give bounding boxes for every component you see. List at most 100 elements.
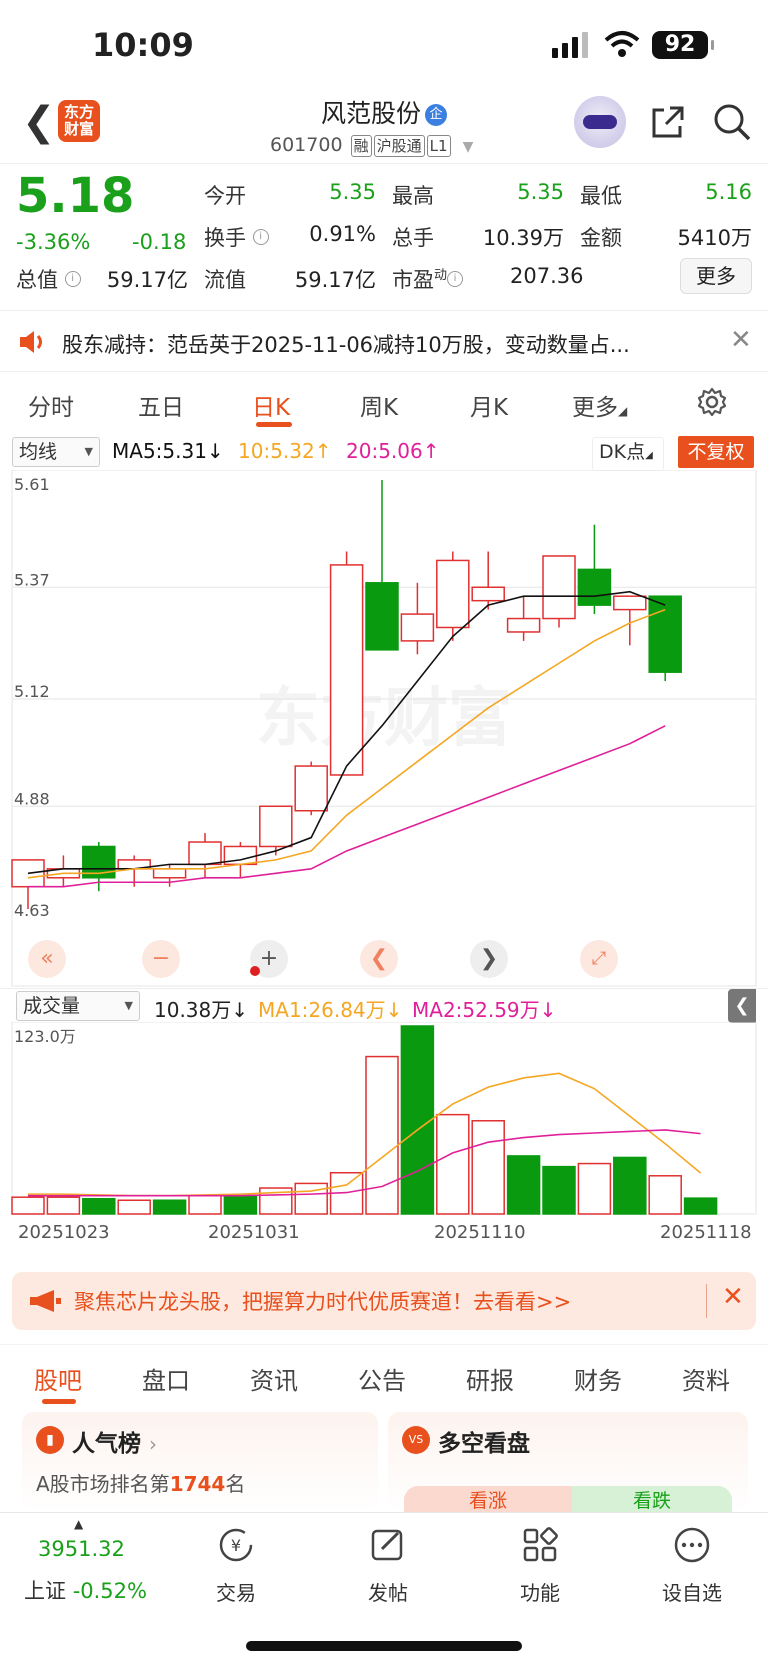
nav-functions[interactable]: 功能: [516, 1577, 564, 1606]
info-icon[interactable]: i: [64, 271, 81, 287]
candle-up: [436, 559, 470, 629]
tab-announcements[interactable]: 公告: [358, 1361, 406, 1396]
index-line[interactable]: 上证 -0.52%: [24, 1575, 147, 1605]
stock-header: ❮ 东方财富 风范股份企 601700 融沪股通 L1 ▼: [0, 90, 768, 164]
last-price: 5.18: [16, 168, 135, 224]
gear-icon[interactable]: [696, 386, 728, 418]
enterprise-badge: 企: [425, 104, 447, 126]
nav-trade[interactable]: 交易: [212, 1577, 260, 1606]
popularity-card[interactable]: ▮ 人气榜 › A股市场排名第1744名: [22, 1412, 378, 1512]
next-icon[interactable]: ❯: [470, 940, 508, 978]
share-icon[interactable]: [650, 104, 686, 140]
label-volume: 总手: [392, 226, 434, 250]
volume-bar: [82, 1197, 116, 1215]
nav-post[interactable]: 发帖: [364, 1577, 412, 1606]
speaker-icon: [20, 331, 42, 353]
signal-icon: [552, 32, 588, 58]
expand-icon[interactable]: ⤢: [580, 940, 618, 978]
volume-y-tick: 123.0万: [14, 1027, 76, 1046]
clock: 10:09: [92, 26, 194, 64]
label-high: 最高: [392, 184, 434, 208]
x-tick-label: 20251118: [660, 1222, 752, 1243]
tab-more[interactable]: 更多◢: [572, 388, 627, 422]
search-icon[interactable]: [712, 102, 752, 142]
promo-banner[interactable]: 聚焦芯片龙头股，把握算力时代优质赛道！去看看>> ✕: [12, 1272, 756, 1330]
tab-monthly-k[interactable]: 月K: [470, 388, 508, 422]
indicator-select[interactable]: 均线 ▼: [12, 437, 100, 467]
rewind-icon[interactable]: «: [28, 940, 66, 978]
tab-news[interactable]: 资讯: [250, 1361, 298, 1396]
candle-down: [577, 568, 612, 606]
label-mktcap: 总值 i: [16, 264, 81, 294]
period-tabs: 分时 五日 日K 周K 月K 更多◢: [0, 378, 768, 432]
content-tabs: 股吧 盘口 资讯 公告 研报 财务 资料: [0, 1344, 768, 1404]
value-mktcap: 59.17亿: [106, 268, 188, 292]
value-high: 5.35: [517, 180, 564, 204]
volume-legend: 成交量 ▼ 10.38万↓ MA1:26.84万↓ MA2:52.59万↓ ❮: [0, 988, 768, 1024]
popularity-rank: A股市场排名第1744名: [36, 1472, 246, 1496]
more-icon[interactable]: [672, 1525, 712, 1565]
candle-down: [365, 582, 399, 651]
svg-text:¥: ¥: [231, 1536, 241, 1555]
volume-bar: [152, 1199, 187, 1215]
tab-intraday[interactable]: 分时: [28, 388, 74, 422]
dropdown-icon: ▼: [462, 139, 474, 155]
value-volume: 10.39万: [482, 226, 564, 250]
tab-orderbook[interactable]: 盘口: [142, 1361, 190, 1396]
collapse-icon[interactable]: ❮: [728, 989, 756, 1023]
edit-icon[interactable]: [368, 1525, 408, 1565]
assistant-avatar-icon[interactable]: [574, 96, 626, 148]
label-open: 今开: [204, 184, 246, 208]
candle-up: [506, 617, 541, 633]
volume-bar: [223, 1194, 258, 1215]
shareholder-notice[interactable]: 股东减持：范岳英于2025-11-06减持10万股，变动数量占... ✕: [0, 310, 768, 372]
versus-icon: VS: [402, 1426, 430, 1454]
close-icon[interactable]: ✕: [730, 325, 752, 355]
candle-up: [259, 805, 293, 848]
value-pe: 207.36: [510, 264, 584, 288]
dk-point-button[interactable]: DK点◢: [592, 437, 664, 471]
trade-icon[interactable]: ¥: [216, 1525, 256, 1565]
stock-code-line[interactable]: 601700 融沪股通 L1 ▼: [270, 134, 473, 157]
change-percent: -3.36%: [16, 230, 91, 254]
tab-daily-k[interactable]: 日K: [252, 388, 290, 422]
volume-bar: [436, 1113, 470, 1215]
notification-dot: [250, 966, 260, 976]
grid-icon[interactable]: [520, 1525, 560, 1565]
close-icon[interactable]: ✕: [722, 1282, 744, 1312]
tab-forum[interactable]: 股吧: [34, 1361, 82, 1396]
tab-weekly-k[interactable]: 周K: [360, 388, 398, 422]
volume-ma2: MA2:52.59万↓: [412, 998, 557, 1022]
megaphone-icon: [30, 1290, 61, 1312]
zoom-out-icon[interactable]: −: [142, 940, 180, 978]
status-bar: 10:09 92: [0, 0, 768, 90]
x-tick-label: 20251110: [434, 1222, 526, 1243]
y-tick-label: 5.37: [14, 570, 50, 589]
volume-bar: [46, 1196, 81, 1215]
candle-down: [648, 595, 682, 673]
more-button[interactable]: 更多: [680, 258, 752, 294]
volume-select[interactable]: 成交量 ▼: [16, 991, 140, 1021]
label-low: 最低: [580, 184, 622, 208]
volume-bar: [400, 1025, 435, 1215]
info-icon[interactable]: i: [252, 229, 269, 245]
tab-profile[interactable]: 资料: [682, 1361, 730, 1396]
tab-financials[interactable]: 财务: [574, 1361, 622, 1396]
nav-add-watchlist[interactable]: 设自选: [656, 1577, 728, 1606]
tab-research[interactable]: 研报: [466, 1361, 514, 1396]
info-icon[interactable]: i: [447, 271, 464, 287]
battery-indicator: 92: [652, 31, 714, 59]
promo-text: 聚焦芯片龙头股，把握算力时代优质赛道！去看看>>: [74, 1290, 572, 1314]
y-tick-label: 5.12: [14, 682, 50, 701]
kline-chart[interactable]: 东方财富 5.61 5.37 5.12 4.88 4.63 « − + ❮ ❯ ⤢: [0, 469, 768, 990]
candle-up: [613, 595, 647, 611]
volume-bar: [471, 1120, 505, 1215]
wifi-icon: [604, 31, 640, 57]
prev-icon[interactable]: ❮: [360, 940, 398, 978]
no-adjust-button[interactable]: 不复权: [678, 436, 754, 468]
volume-chart[interactable]: 123.0万 20251023 20251031 20251110 20251118: [0, 1021, 768, 1252]
tab-five-day[interactable]: 五日: [138, 388, 184, 422]
x-tick-label: 20251031: [208, 1222, 300, 1243]
bull-bear-card[interactable]: VS 多空看盘 看涨 看跌: [388, 1412, 748, 1516]
index-value[interactable]: 3951.32: [38, 1537, 125, 1561]
